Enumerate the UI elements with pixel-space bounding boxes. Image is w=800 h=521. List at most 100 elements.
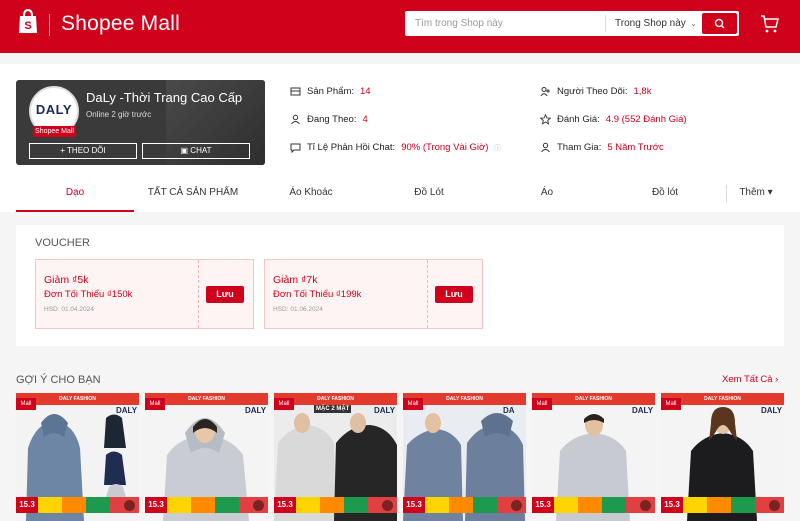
- genuine-badge: [731, 497, 755, 513]
- stat-label: Đánh Giá:: [557, 114, 600, 125]
- search-bar: Trong Shop này ⌄: [405, 11, 739, 36]
- stat-label: Đang Theo:: [307, 114, 357, 125]
- product-brand-logo: DALY: [632, 406, 654, 415]
- store-icon: [290, 87, 301, 96]
- chevron-right-icon: ›: [775, 374, 779, 385]
- play-icon: [253, 500, 264, 511]
- shopee-bag-icon[interactable]: S: [17, 9, 39, 34]
- voucher-expiry: HSD: 01.04.2024: [44, 306, 94, 313]
- stat-value: 4: [362, 114, 368, 125]
- date-tag: 15.3: [16, 497, 38, 513]
- voucher-badge: [62, 497, 86, 513]
- chat-button[interactable]: ▣ CHAT: [142, 143, 250, 159]
- play-icon: [769, 500, 780, 511]
- stat-value: 1,8k: [633, 86, 652, 97]
- stat-value: 90% (Trong Vài Giờ): [401, 142, 489, 153]
- voucher-badge: [578, 497, 602, 513]
- followers-icon: [540, 87, 550, 97]
- reversible-badge: MẶC 2 MẶT: [314, 405, 352, 413]
- stat-products: Sản Phẩm: 14: [290, 86, 371, 97]
- promo-strip: 15.3: [403, 497, 526, 513]
- follow-button[interactable]: + THEO DÕI: [29, 143, 137, 159]
- chat-icon: ▣: [180, 146, 191, 155]
- stat-label: Tỉ Lệ Phản Hồi Chat:: [307, 142, 396, 153]
- voucher-min-order: Đơn Tối Thiểu ₫199k: [273, 289, 362, 300]
- stat-value: 4.9 (552 Đánh Giá): [605, 114, 687, 125]
- stat-rating: Đánh Giá: 4.9 (552 Đánh Giá): [540, 114, 687, 125]
- stat-chat-rate: Tỉ Lệ Phản Hồi Chat: 90% (Trong Vài Giờ)…: [290, 142, 501, 153]
- voucher-card: Giảm ₫7k Đơn Tối Thiểu ₫199k HSD: 01.06.…: [264, 259, 483, 329]
- promo-strip: 15.3: [532, 497, 655, 513]
- mall-tag: Mall: [16, 398, 36, 410]
- info-icon[interactable]: ⓘ: [494, 143, 501, 153]
- free-ship-badge: [38, 497, 62, 513]
- product-card[interactable]: DALY FASHION Mall DA 15.3: [403, 393, 526, 521]
- free-ship-badge: [554, 497, 578, 513]
- save-voucher-button[interactable]: Lưu: [435, 286, 473, 303]
- star-icon: [540, 114, 551, 125]
- genuine-badge: [86, 497, 110, 513]
- stat-label: Người Theo Dõi:: [557, 86, 628, 97]
- voucher-discount: Giảm ₫7k: [273, 274, 318, 286]
- stat-followers: Người Theo Dõi: 1,8k: [540, 86, 651, 97]
- free-ship-badge: [296, 497, 320, 513]
- save-voucher-button[interactable]: Lưu: [206, 286, 244, 303]
- search-scope-dropdown[interactable]: Trong Shop này ⌄: [605, 15, 701, 32]
- date-tag: 15.3: [274, 497, 296, 513]
- voucher-badge: [707, 497, 731, 513]
- genuine-badge: [344, 497, 368, 513]
- mall-tag: Mall: [145, 398, 165, 410]
- product-card[interactable]: DALY FASHION Mall DALY 15.3: [145, 393, 268, 521]
- logo-divider: [49, 14, 50, 36]
- product-card[interactable]: DALY FASHION Mall MẶC 2 MẶT DALY 15.3: [274, 393, 397, 521]
- stat-joined: Tham Gia: 5 Năm Trước: [540, 142, 664, 153]
- tab-do-lot[interactable]: Đồ Lót: [370, 182, 488, 212]
- tab-do-lot-2[interactable]: Đồ lót: [606, 182, 724, 212]
- promo-strip: 15.3: [145, 497, 268, 513]
- voucher-min-order: Đơn Tối Thiểu ₫150k: [44, 289, 133, 300]
- date-tag: 15.3: [661, 497, 683, 513]
- tab-more[interactable]: Thêm ▾: [728, 182, 784, 212]
- shop-name: DaLy -Thời Trang Cao Cấp: [86, 90, 243, 105]
- tab-divider: [726, 185, 727, 203]
- see-all-link[interactable]: Xem Tất Cả ›: [722, 374, 778, 385]
- free-ship-badge: [167, 497, 191, 513]
- play-icon: [124, 500, 135, 511]
- search-button[interactable]: [702, 13, 737, 34]
- product-card[interactable]: DALY FASHION Mall DALY 15.3: [532, 393, 655, 521]
- search-input[interactable]: [405, 11, 605, 36]
- search-scope-label: Trong Shop này: [615, 18, 686, 29]
- shop-online-status: Online 2 giờ trước: [86, 110, 152, 119]
- cart-icon[interactable]: [760, 14, 780, 34]
- play-icon: [382, 500, 393, 511]
- tab-ao[interactable]: Áo: [488, 182, 606, 212]
- recommend-section-title: GỢI Ý CHO BẠN: [16, 374, 101, 386]
- free-ship-badge: [683, 497, 707, 513]
- stat-following: Đang Theo: 4: [290, 114, 368, 125]
- shop-card: DALY Shopee Mall DaLy -Thời Trang Cao Cấ…: [16, 80, 265, 165]
- tab-ao-khoac[interactable]: Áo Khoác: [252, 182, 370, 212]
- brand-logo-text[interactable]: Shopee Mall: [61, 12, 180, 36]
- genuine-badge: [215, 497, 239, 513]
- tab-all-products[interactable]: TẤT CẢ SẢN PHẨM: [134, 182, 252, 212]
- play-icon: [640, 500, 651, 511]
- free-ship-badge: [425, 497, 449, 513]
- see-all-label: Xem Tất Cả: [722, 374, 773, 385]
- chat-button-label: CHAT: [190, 146, 212, 155]
- promo-strip: 15.3: [661, 497, 784, 513]
- mall-tag: Mall: [403, 398, 423, 410]
- genuine-badge: [473, 497, 497, 513]
- shopee-mall-badge: Shopee Mall: [33, 126, 76, 137]
- chat-bubble-icon: [290, 143, 301, 153]
- mall-tag: Mall: [274, 398, 294, 410]
- product-grid: DALY FASHION Mall DALY 15.3 DALY FASHION…: [16, 393, 784, 521]
- product-brand-logo: DALY: [374, 406, 396, 415]
- voucher-badge: [449, 497, 473, 513]
- search-icon: [714, 18, 725, 29]
- voucher-expiry: HSD: 01.06.2024: [273, 306, 323, 313]
- date-tag: 15.3: [145, 497, 167, 513]
- voucher-section-title: VOUCHER: [35, 237, 91, 249]
- tab-dao[interactable]: Dạo: [16, 182, 134, 212]
- product-card[interactable]: DALY FASHION Mall DALY 15.3: [16, 393, 139, 521]
- product-card[interactable]: DALY FASHION Mall DALY 15.3: [661, 393, 784, 521]
